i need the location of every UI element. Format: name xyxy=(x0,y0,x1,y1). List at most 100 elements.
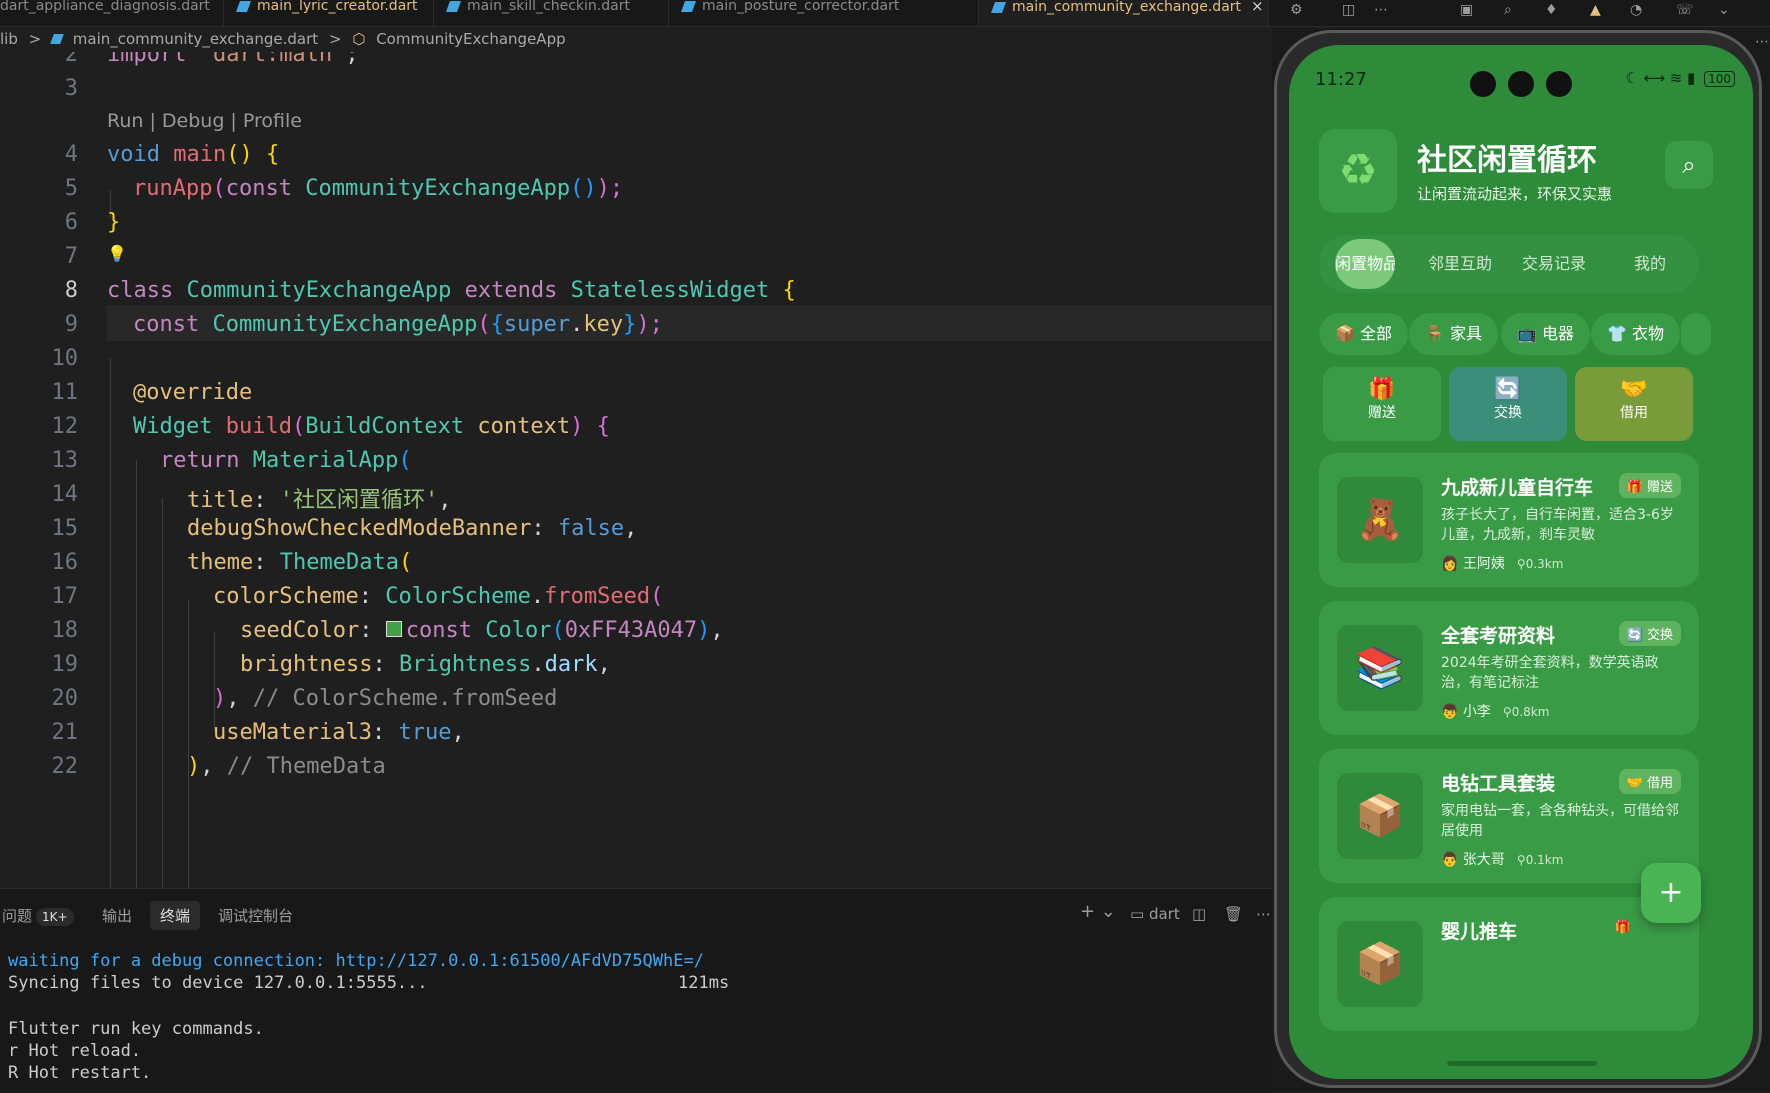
app-title: 社区闲置循环 xyxy=(1417,143,1597,178)
device-icon[interactable]: ▣ xyxy=(1460,2,1473,18)
terminal-line: Syncing files to device 127.0.0.1:5555..… xyxy=(8,973,428,993)
line-number-current: 8 xyxy=(64,278,78,303)
tab-debug-console[interactable]: 调试控制台 xyxy=(218,905,293,926)
more-icon[interactable]: ⋯ xyxy=(1755,34,1769,50)
color-swatch[interactable] xyxy=(385,621,402,637)
tab-output[interactable]: 输出 xyxy=(102,905,132,926)
category-chip-clothing[interactable]: 👕 衣物 xyxy=(1591,313,1681,355)
terminal-shell-icon[interactable]: ▭ dart xyxy=(1130,905,1180,923)
split-terminal-icon[interactable]: ◫ xyxy=(1192,905,1206,923)
lightbulb-icon[interactable]: 💡 xyxy=(107,244,127,263)
line-number: 21 xyxy=(51,720,79,745)
add-item-fab[interactable]: + xyxy=(1641,863,1701,923)
split-editor-icon[interactable]: ◫ xyxy=(1342,2,1355,18)
close-tab-icon[interactable]: × xyxy=(1251,0,1264,15)
tab-problems[interactable]: 问题 1K+ xyxy=(2,905,74,926)
codelens-run-debug-profile[interactable]: Run | Debug | Profile xyxy=(107,110,302,132)
item-desc: 家用电钻一套，含各种钻头，可借给邻居使用 xyxy=(1441,803,1679,839)
mode-exchange-button[interactable]: 🔄 交换 xyxy=(1449,367,1567,441)
breadcrumb-root[interactable]: lib xyxy=(0,30,18,48)
item-card[interactable]: 📦 电钻工具套装 🤝 借用 家用电钻一套，含各种钻头，可借给邻居使用 👨 张大哥… xyxy=(1319,749,1699,883)
item-tag: 🎁 赠送 xyxy=(1618,473,1681,498)
status-icons: ☾ ⟷ ≋ ▮ 100 xyxy=(1625,69,1735,87)
run-debug-icon[interactable]: ⚙ xyxy=(1290,2,1303,18)
line-number: 10 xyxy=(51,346,79,371)
code-line: colorScheme: ColorScheme.fromSeed( xyxy=(213,584,664,609)
code-editor[interactable]: 2 3 4 5 6 7 8 9 10 11 12 13 14 15 16 17 … xyxy=(0,52,1272,888)
mode-gift-button[interactable]: 🎁 赠送 xyxy=(1323,367,1441,441)
warning-icon[interactable]: ▲ xyxy=(1590,2,1601,18)
app-subtitle: 让闲置流动起来，环保又实惠 xyxy=(1417,185,1613,203)
tab-terminal[interactable]: 终端 xyxy=(150,901,201,930)
line-number: 3 xyxy=(64,76,78,101)
phone-screen[interactable]: 11:27 ☾ ⟷ ≋ ▮ 100 ♻ 社区闲置循环 让闲置流动起来，环保又实惠… xyxy=(1289,45,1753,1079)
item-card[interactable]: 📦 婴儿推车 🎁 xyxy=(1319,897,1699,1031)
search-icon: ⌕ xyxy=(1682,151,1696,179)
gift-icon: 🎁 xyxy=(1368,377,1396,402)
item-title: 电钻工具套装 xyxy=(1441,773,1556,795)
class-symbol-icon: ⬡ xyxy=(352,30,366,48)
battery-icon: 100 xyxy=(1704,71,1735,87)
breadcrumb-file[interactable]: main_community_exchange.dart xyxy=(73,30,318,48)
code-line: useMaterial3: true, xyxy=(213,720,465,745)
dart-file-icon xyxy=(990,1,1007,13)
tv-icon: 📺 xyxy=(1517,324,1537,343)
home-indicator xyxy=(1447,1061,1597,1066)
terminal-line: waiting for a debug connection: http://1… xyxy=(8,951,704,971)
code-line: Widget build(BuildContext context) { xyxy=(133,414,610,439)
breadcrumb-symbol[interactable]: CommunityExchangeApp xyxy=(376,30,565,48)
category-chip-electronics[interactable]: 📺 电器 xyxy=(1501,313,1591,355)
line-number: 7 xyxy=(64,244,78,269)
code-line: import 'dart:math'; xyxy=(107,52,359,67)
search-button[interactable]: ⌕ xyxy=(1665,141,1713,189)
phone-icon[interactable]: ☏ xyxy=(1676,2,1694,18)
line-number: 18 xyxy=(51,618,79,643)
dart-file-icon xyxy=(50,34,64,44)
handshake-icon: 🤝 xyxy=(1620,377,1648,402)
line-number: 16 xyxy=(51,550,79,575)
add-terminal-icon[interactable]: + ⌄ xyxy=(1080,901,1116,922)
line-number: 5 xyxy=(64,176,78,201)
line-number: 2 xyxy=(64,52,78,67)
editor-tab-bar: dart_appliance_diagnosis.dart main_lyric… xyxy=(0,0,1770,27)
terminal-line: r Hot reload. xyxy=(8,1041,142,1061)
mode-borrow-button[interactable]: 🤝 借用 xyxy=(1575,367,1693,441)
shirt-icon: 👕 xyxy=(1607,324,1627,343)
more-actions-icon[interactable]: ⋯ xyxy=(1374,2,1388,18)
category-chip-furniture[interactable]: 🪑 家具 xyxy=(1409,313,1499,355)
camera-icon xyxy=(1546,71,1572,97)
category-chip-all[interactable]: 📦 全部 xyxy=(1319,313,1409,355)
item-card[interactable]: 🧸 九成新儿童自行车 🎁 赠送 孩子长大了，自行车闲置，适合3-6岁儿童，九成新… xyxy=(1319,453,1699,587)
line-number: 13 xyxy=(51,448,79,473)
tab-main-community-exchange[interactable]: main_community_exchange.dart × xyxy=(979,0,1269,26)
line-number: 17 xyxy=(51,584,79,609)
item-title: 婴儿推车 xyxy=(1441,921,1518,943)
tab-main-posture-corrector[interactable]: main_posture_corrector.dart xyxy=(669,0,979,26)
dart-file-icon xyxy=(445,0,462,12)
status-time: 11:27 xyxy=(1315,69,1367,90)
terminal-line: Flutter run key commands. xyxy=(8,1019,264,1039)
account-icon[interactable]: ◔ xyxy=(1630,2,1642,18)
item-tag: 🔄 交换 xyxy=(1618,621,1681,646)
category-chip-more[interactable] xyxy=(1681,313,1711,355)
nav-tab-idle-items[interactable]: 闲置物品 xyxy=(1335,239,1395,289)
nav-tab-neighbor-help[interactable]: 邻里互助 xyxy=(1425,235,1495,293)
tab-main-skill-checkin[interactable]: main_skill_checkin.dart xyxy=(434,0,669,26)
code-line: runApp(const CommunityExchangeApp()); xyxy=(133,176,624,201)
dart-file-icon xyxy=(235,0,252,12)
item-card[interactable]: 📚 全套考研资料 🔄 交换 2024年考研全套资料，数学英语政治，有笔记标注 👦… xyxy=(1319,601,1699,735)
tab-main-lyric-creator[interactable]: main_lyric_creator.dart xyxy=(224,0,434,26)
trash-icon[interactable]: 🗑 xyxy=(1224,905,1243,923)
chevron-down-icon[interactable]: ⌄ xyxy=(1718,2,1730,18)
item-title: 全套考研资料 xyxy=(1441,625,1556,647)
nav-tab-transactions[interactable]: 交易记录 xyxy=(1519,235,1589,293)
search-icon[interactable]: ⌕ xyxy=(1504,2,1512,18)
line-number: 20 xyxy=(51,686,79,711)
nav-tab-mine[interactable]: 我的 xyxy=(1615,235,1685,293)
tab-dart-appliance-diagnosis[interactable]: dart_appliance_diagnosis.dart xyxy=(0,0,224,26)
line-number: 6 xyxy=(64,210,78,235)
more-icon[interactable]: ⋯ xyxy=(1256,905,1271,923)
item-tag: 🤝 借用 xyxy=(1618,769,1681,794)
debug-icon[interactable]: ♦ xyxy=(1545,2,1558,18)
code-line: class CommunityExchangeApp extends State… xyxy=(107,278,796,303)
